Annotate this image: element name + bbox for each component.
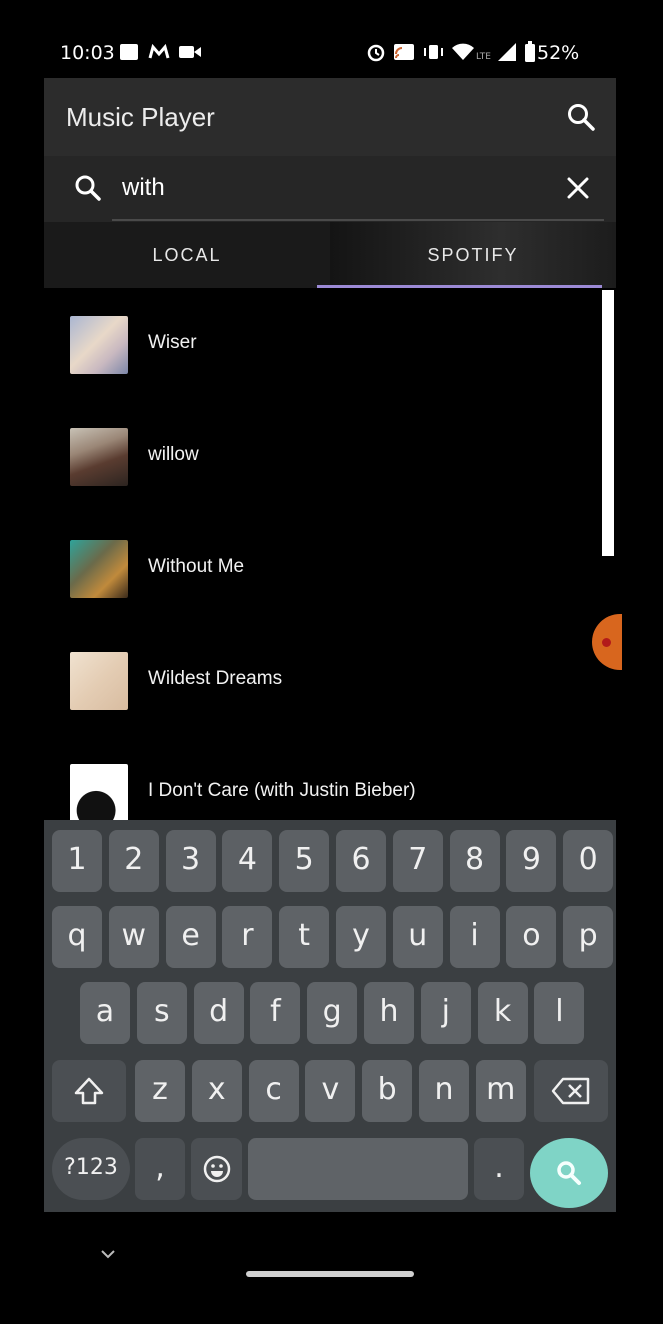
status-time: 10:03 <box>60 42 115 64</box>
record-icon <box>602 638 611 647</box>
gmail-icon <box>148 44 170 59</box>
keyboard: ?123 , . 1234567890 qwertyuiop asdfghjkl zx… <box>44 820 616 1212</box>
status-bar: 10:03 LTE 52% <box>44 30 616 76</box>
key-l[interactable]: l <box>534 982 585 1044</box>
search-icon <box>75 175 101 201</box>
cast-icon <box>394 44 414 60</box>
key-j[interactable]: j <box>420 982 471 1044</box>
search-bar: with <box>44 156 616 222</box>
key-9[interactable]: 9 <box>506 830 557 892</box>
key-x[interactable]: x <box>191 1060 242 1122</box>
key-y[interactable]: y <box>336 906 386 968</box>
app-title: Music Player <box>66 102 215 132</box>
comma-key[interactable]: , <box>135 1138 185 1200</box>
shift-icon <box>74 1077 104 1105</box>
period-key[interactable]: . <box>474 1138 524 1200</box>
key-3[interactable]: 3 <box>165 830 216 892</box>
signal-icon <box>498 43 516 61</box>
key-t[interactable]: t <box>279 906 330 968</box>
scrollbar[interactable] <box>602 290 614 556</box>
search-underline <box>112 219 604 221</box>
tab-bar: LOCAL SPOTIFY <box>44 222 616 288</box>
key-4[interactable]: 4 <box>222 830 273 892</box>
battery-percent: 52% <box>537 42 580 64</box>
battery-icon <box>525 41 535 62</box>
album-art <box>70 652 128 710</box>
key-8[interactable]: 8 <box>449 830 500 892</box>
wifi-icon <box>452 43 474 60</box>
key-h[interactable]: h <box>364 982 414 1044</box>
key-v[interactable]: v <box>305 1060 356 1122</box>
key-i[interactable]: i <box>449 906 500 968</box>
key-b[interactable]: b <box>362 1060 413 1122</box>
key-n[interactable]: n <box>419 1060 469 1122</box>
key-k[interactable]: k <box>477 982 528 1044</box>
close-icon[interactable] <box>562 172 594 204</box>
key-r[interactable]: r <box>222 906 273 968</box>
app-bar: Music Player <box>44 78 616 156</box>
lte-icon: LTE <box>476 52 491 62</box>
key-o[interactable]: o <box>506 906 557 968</box>
list-item[interactable]: Wiser <box>44 288 604 400</box>
tab-spotify[interactable]: SPOTIFY <box>330 222 616 288</box>
backspace-key[interactable] <box>534 1060 608 1122</box>
space-key[interactable] <box>248 1138 468 1200</box>
list-item[interactable]: willow <box>44 400 604 512</box>
alarm-icon <box>367 44 385 62</box>
key-g[interactable]: g <box>307 982 358 1044</box>
list-item[interactable]: Wildest Dreams <box>44 624 604 736</box>
key-m[interactable]: m <box>475 1060 526 1122</box>
key-a[interactable]: a <box>80 982 130 1044</box>
list-item[interactable]: Without Me <box>44 512 604 624</box>
song-title: Wiser <box>148 332 197 353</box>
key-0[interactable]: 0 <box>563 830 614 892</box>
album-art <box>70 764 128 820</box>
key-z[interactable]: z <box>135 1060 185 1122</box>
key-w[interactable]: w <box>108 906 159 968</box>
key-q[interactable]: q <box>52 906 102 968</box>
search-input[interactable]: with <box>122 174 165 202</box>
song-list: Wiser willow Without Me Wildest Dreams I… <box>44 288 616 820</box>
song-title: I Don't Care (with Justin Bieber) <box>148 780 416 801</box>
chevron-down-icon[interactable] <box>100 1246 116 1262</box>
key-c[interactable]: c <box>248 1060 299 1122</box>
symbols-key[interactable]: ?123 <box>52 1138 130 1200</box>
key-2[interactable]: 2 <box>108 830 159 892</box>
song-title: Wildest Dreams <box>148 668 283 689</box>
backspace-icon <box>551 1077 590 1105</box>
album-art <box>70 540 128 598</box>
emoji-key[interactable] <box>191 1138 242 1200</box>
video-icon <box>179 46 201 58</box>
key-p[interactable]: p <box>563 906 614 968</box>
list-item[interactable]: I Don't Care (with Justin Bieber) <box>44 736 604 820</box>
system-nav-bar <box>0 1212 663 1324</box>
key-5[interactable]: 5 <box>279 830 330 892</box>
key-s[interactable]: s <box>136 982 187 1044</box>
key-d[interactable]: d <box>193 982 244 1044</box>
shift-key[interactable] <box>52 1060 126 1122</box>
key-e[interactable]: e <box>165 906 216 968</box>
linkedin-icon <box>120 44 138 60</box>
key-1[interactable]: 1 <box>52 830 102 892</box>
search-action-key[interactable] <box>530 1138 608 1208</box>
song-title: Without Me <box>148 556 245 577</box>
album-art <box>70 428 128 486</box>
key-u[interactable]: u <box>392 906 443 968</box>
tab-local[interactable]: LOCAL <box>44 222 330 288</box>
emoji-icon <box>203 1155 230 1183</box>
key-7[interactable]: 7 <box>392 830 443 892</box>
search-icon <box>557 1161 581 1185</box>
vibrate-icon <box>424 45 443 59</box>
key-f[interactable]: f <box>250 982 301 1044</box>
song-title: willow <box>148 444 199 465</box>
home-handle[interactable] <box>246 1271 414 1277</box>
key-6[interactable]: 6 <box>336 830 386 892</box>
search-icon[interactable] <box>564 100 598 134</box>
album-art <box>70 316 128 374</box>
